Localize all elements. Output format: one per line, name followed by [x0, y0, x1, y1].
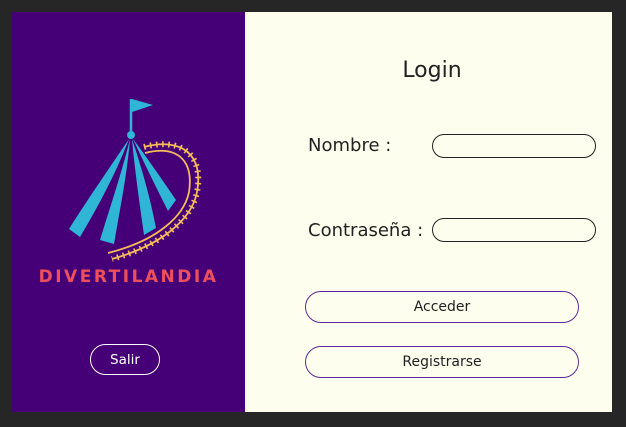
circus-tent-rollercoaster-icon	[69, 99, 202, 262]
username-input[interactable]	[432, 134, 596, 158]
exit-button[interactable]: Salir	[90, 344, 160, 375]
login-window: DIVERTILANDIA Salir Login Nombre : Contr…	[12, 12, 612, 412]
login-panel: Login Nombre : Contraseña : Acceder Regi…	[245, 12, 612, 412]
password-input[interactable]	[432, 218, 596, 242]
register-button[interactable]: Registrarse	[305, 346, 579, 378]
login-title: Login	[402, 58, 462, 83]
brand-panel: DIVERTILANDIA Salir	[12, 12, 245, 412]
login-button[interactable]: Acceder	[305, 291, 579, 323]
brand-name: DIVERTILANDIA	[38, 267, 219, 287]
username-label: Nombre :	[308, 135, 392, 156]
password-label: Contraseña :	[308, 220, 424, 241]
